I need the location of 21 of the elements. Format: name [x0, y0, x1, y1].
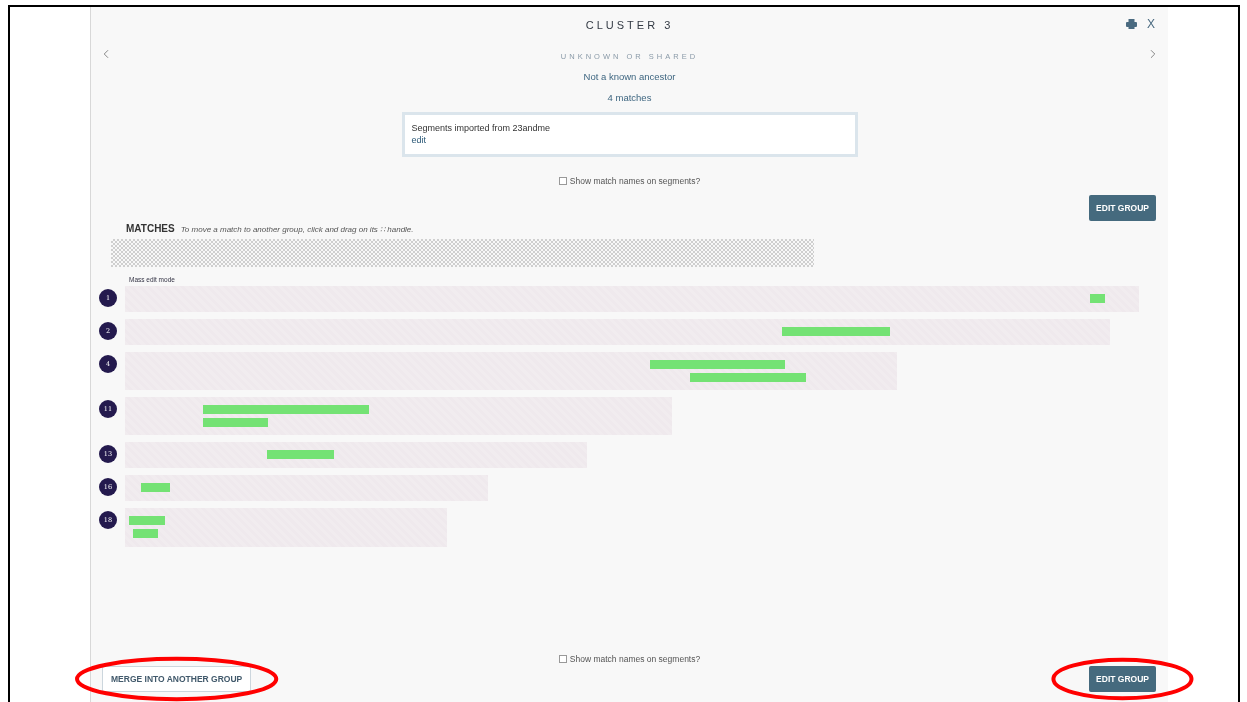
- edit-group-button[interactable]: EDIT GROUP: [1089, 666, 1156, 692]
- checkbox-box[interactable]: [558, 655, 567, 663]
- close-button[interactable]: X: [1147, 17, 1155, 31]
- description: Not a known ancestor: [583, 71, 676, 82]
- edit-link[interactable]: edit: [411, 135, 426, 145]
- edit-group-button[interactable]: EDIT GROUP: [1089, 195, 1156, 221]
- checkbox-box[interactable]: [558, 177, 567, 185]
- segment-bar: [141, 483, 170, 492]
- notes-text: Segments imported from 23andme: [411, 123, 552, 133]
- segment-bar: [129, 516, 165, 525]
- segment-bar: [133, 529, 158, 538]
- segment-bar: [267, 450, 334, 459]
- segment-bar: [203, 418, 268, 427]
- merge-button[interactable]: MERGE INTO ANOTHER GROUP: [102, 666, 252, 692]
- cluster-title: CLUSTER 3: [585, 19, 674, 31]
- matches-heading: MATCHES: [126, 223, 175, 234]
- matches-hint: To move a match to another group, click and drag on its ∷ handle.: [180, 225, 414, 234]
- segment-bar: [1090, 294, 1105, 303]
- match-count: 4 matches: [607, 92, 652, 103]
- print-icon[interactable]: [1126, 19, 1137, 29]
- drop-zone[interactable]: [111, 239, 814, 267]
